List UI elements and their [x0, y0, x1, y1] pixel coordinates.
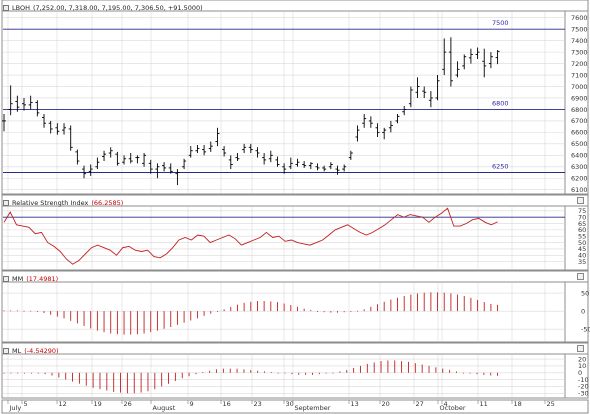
price-tick-label: 7100	[571, 71, 588, 79]
x-axis-label: 12	[59, 400, 67, 408]
price-tick-label: 7500	[571, 25, 588, 33]
panel-icon[interactable]	[3, 5, 9, 11]
price-tick-label: 6800	[571, 106, 588, 114]
price-tick-label: 7200	[571, 60, 588, 68]
x-axis-label: August	[153, 404, 176, 412]
ml-panel-frame	[1, 342, 589, 399]
x-axis-label: 27	[416, 400, 424, 408]
x-axis-label: 5	[24, 400, 28, 408]
price-tick-label: 6100	[571, 186, 588, 194]
price-tick-label: 7600	[571, 14, 588, 22]
x-axis-label: 13	[351, 400, 359, 408]
ml-value: (-4.54290)	[24, 347, 59, 355]
ml-tick-label: -10	[578, 376, 589, 384]
x-axis-label: 30	[286, 400, 294, 408]
price-title: LBOH	[12, 4, 30, 12]
panel-icon[interactable]	[3, 276, 9, 282]
ml-title: ML	[12, 347, 22, 355]
mm-panel-header: MM (17.4981)	[3, 273, 58, 285]
ml-tick-label: 20	[578, 355, 586, 363]
panel-close-button[interactable]	[577, 197, 584, 204]
rsi-title: Relative Strength Index	[12, 199, 89, 207]
ml-tick-label: 0	[578, 369, 582, 377]
ml-panel-header: ML (-4.54290)	[3, 345, 59, 357]
ml-tick-label: -30	[578, 390, 589, 398]
x-axis-label: 19	[94, 400, 102, 408]
price-tick-label: 6300	[571, 163, 588, 171]
price-tick-label: 6900	[571, 94, 588, 102]
price-panel-header: LBOH (7,252.00, 7,318.00, 7,195.00, 7,30…	[3, 2, 203, 14]
panel-close-button[interactable]	[577, 345, 584, 352]
ml-tick-label: 10	[578, 362, 586, 370]
price-tick-label: 7300	[571, 48, 588, 56]
panel-close-button[interactable]	[577, 273, 584, 280]
price-level-label: 6800	[492, 99, 509, 107]
price-level-label: 6250	[492, 163, 509, 171]
x-axis-label: October	[440, 404, 466, 412]
x-axis-label: 25	[547, 400, 555, 408]
chart-window: 6100 6200 6300 6400 6500 6600 6700 6800 6900 7000…	[0, 0, 590, 414]
rsi-tick-label: 75	[578, 207, 586, 215]
price-values: (7,252.00, 7,318.00, 7,195.00, 7,306.50,…	[32, 4, 203, 12]
x-axis-label: July	[9, 404, 22, 412]
x-axis-label: 9	[190, 400, 194, 408]
rsi-panel-header: Relative Strength Index (66.2585)	[3, 197, 123, 209]
mm-tick-label: 50	[581, 289, 589, 297]
price-tick-label: 7400	[571, 37, 588, 45]
price-tick-label: 6600	[571, 129, 588, 137]
price-tick-label: 6400	[571, 152, 588, 160]
price-level-label: 7500	[492, 19, 509, 27]
panel-icon[interactable]	[3, 348, 9, 354]
price-tick-label: 6500	[571, 140, 588, 148]
ml-tick-label: -20	[578, 383, 589, 391]
x-axis-label: 20	[382, 400, 390, 408]
x-axis-label: 23	[254, 400, 262, 408]
x-axis-label: September	[295, 404, 331, 412]
price-tick-label: 7000	[571, 83, 588, 91]
price-tick-label: 6200	[571, 175, 588, 183]
mm-tick-label: -50	[581, 325, 590, 333]
price-tick-label: 6700	[571, 117, 588, 125]
x-axis-label: 18	[514, 400, 522, 408]
mm-title: MM	[12, 275, 24, 283]
rsi-value: (66.2585)	[91, 199, 124, 207]
panel-icon[interactable]	[3, 200, 9, 206]
mm-value: (17.4981)	[26, 275, 59, 283]
x-axis-label: 26	[124, 400, 132, 408]
x-axis-label: 11	[480, 400, 488, 408]
mm-tick-label: 0	[581, 307, 585, 315]
x-axis-label: 16	[223, 400, 231, 408]
